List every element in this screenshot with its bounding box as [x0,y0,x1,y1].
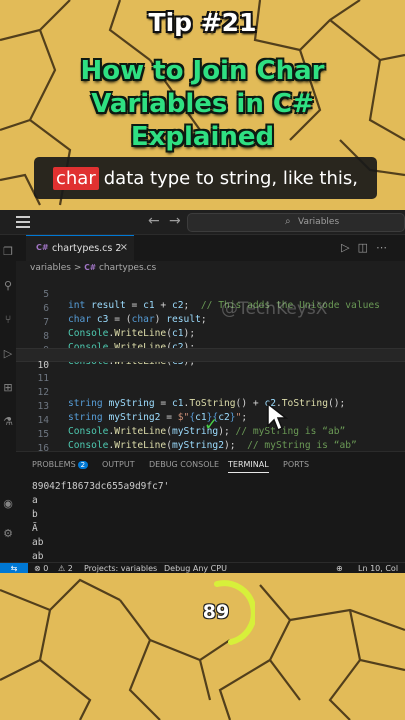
code-line: 13 string myString2 = $"{c1}{c2}"; [16,390,405,423]
search-activity-icon[interactable]: ⚲ [0,279,16,292]
tab-ports[interactable]: PORTS [283,460,309,469]
editor-tabs: C# chartypes.cs 2 × ▷◫⋯ [16,235,405,261]
csharp-file-icon: C# [36,243,49,252]
headline-line-2: Variables in C# [91,89,314,119]
headline-line-1: How to Join Char [80,56,325,86]
headline-line-3: Explained [130,122,275,152]
green-check-annotation-icon: ✓ [204,415,219,435]
more-actions-icon[interactable]: ⋯ [376,241,395,254]
extensions-icon[interactable]: ⊞ [0,381,16,394]
code-line: 8 Console.WriteLine(c2); [16,320,405,353]
tab-debug-console[interactable]: DEBUG CONSOLE [149,460,219,469]
debug-config[interactable]: Debug Any CPU [164,563,227,573]
tab-problems-label: PROBLEMS [32,460,76,469]
zoom-icon[interactable]: ⊕ [336,563,343,573]
bottom-panel: PROBLEMS 2 OUTPUT DEBUG CONSOLE TERMINAL … [16,451,405,562]
split-editor-icon[interactable]: ◫ [358,241,376,254]
video-headline: How to Join Char Variables in C# Explain… [0,55,405,154]
breadcrumb-folder[interactable]: variables [30,263,71,273]
manage-gear-icon[interactable]: ⚙ [0,527,16,540]
breadcrumb-file[interactable]: chartypes.cs [99,263,156,273]
caption-highlight-word: char [53,166,99,190]
code-line: 5 int result = c1 + c2; // This adds the… [16,278,405,311]
remote-indicator-icon[interactable]: ⇆ [0,563,28,573]
tab-terminal[interactable]: TERMINAL [228,460,269,473]
tab-problems[interactable]: PROBLEMS 2 [32,460,89,469]
subtitle-caption: char data type to string, like this, [34,157,377,199]
close-tab-icon[interactable]: × [120,242,128,253]
code-line: 6 char c3 = (char) result; [16,292,405,325]
code-line: 12 string myString = c1.ToString() + c2.… [16,376,405,409]
breadcrumb: variables > C# chartypes.cs [16,261,405,278]
project-indicator[interactable]: Projects: variables [84,563,157,573]
terminal-line: ab [32,537,44,548]
title-bar: ← → ⌕ Variables [0,210,405,235]
search-icon: ⌕ [285,216,291,227]
code-editor[interactable]: 5 int result = c1 + c2; // This adds the… [16,278,405,454]
back-arrow-icon[interactable]: ← [148,213,160,229]
countdown-timer: 89 [202,601,230,623]
tab-chartypes[interactable]: C# chartypes.cs 2 × [26,235,134,261]
hamburger-menu-icon[interactable] [16,216,30,228]
command-center-label: Variables [298,217,340,227]
terminal-line: ab [32,551,44,562]
error-count[interactable]: ⊗ 0 [34,563,48,573]
code-line-active: 10 [16,348,405,371]
code-line: 9 Console.WriteLine(c3); [16,334,405,367]
terminal-line: a [32,495,38,506]
code-line: 11 [16,362,405,384]
warning-count[interactable]: ⚠ 2 [58,563,73,573]
cursor-position[interactable]: Ln 10, Col 1 [358,563,405,573]
breadcrumb-csharp-icon: C# [84,263,97,272]
tab-label: chartypes.cs 2 [52,243,122,254]
tip-number-title: Tip #21 [148,8,257,37]
breadcrumb-separator: > [73,263,82,273]
testing-flask-icon[interactable]: ⚗ [0,415,16,428]
problems-count-badge: 2 [77,461,89,469]
panel-tabs: PROBLEMS 2 OUTPUT DEBUG CONSOLE TERMINAL … [16,452,405,476]
channel-watermark: @TechKeysX [221,299,328,319]
accounts-icon[interactable]: ◉ [0,497,16,510]
vscode-window: ← → ⌕ Variables ❐ ⚲ ⑂ ▷ ⊞ ⚗ ◉ ⚙ C# chart… [0,210,405,573]
explorer-files-icon[interactable]: ❐ [0,245,16,258]
source-control-icon[interactable]: ⑂ [0,313,16,326]
terminal-line: Ã [32,523,38,534]
caption-text: data type to string, like this, [103,167,358,189]
terminal-line: 89042f18673dc655a9d9fc7' [32,481,170,492]
forward-arrow-icon[interactable]: → [169,213,181,229]
code-line: 7 Console.WriteLine(c1); [16,306,405,339]
activity-bar: ❐ ⚲ ⑂ ▷ ⊞ ⚗ ◉ ⚙ [0,235,16,562]
status-bar: ⇆ ⊗ 0 ⚠ 2 Projects: variables Debug Any … [0,562,405,573]
terminal-line: b [32,509,38,520]
editor-actions: ▷◫⋯ [341,241,395,254]
tab-output[interactable]: OUTPUT [102,460,135,469]
mouse-pointer-icon [267,402,288,432]
run-icon[interactable]: ▷ [341,241,357,254]
run-debug-icon[interactable]: ▷ [0,347,16,360]
command-center-search[interactable]: ⌕ Variables [187,213,405,232]
